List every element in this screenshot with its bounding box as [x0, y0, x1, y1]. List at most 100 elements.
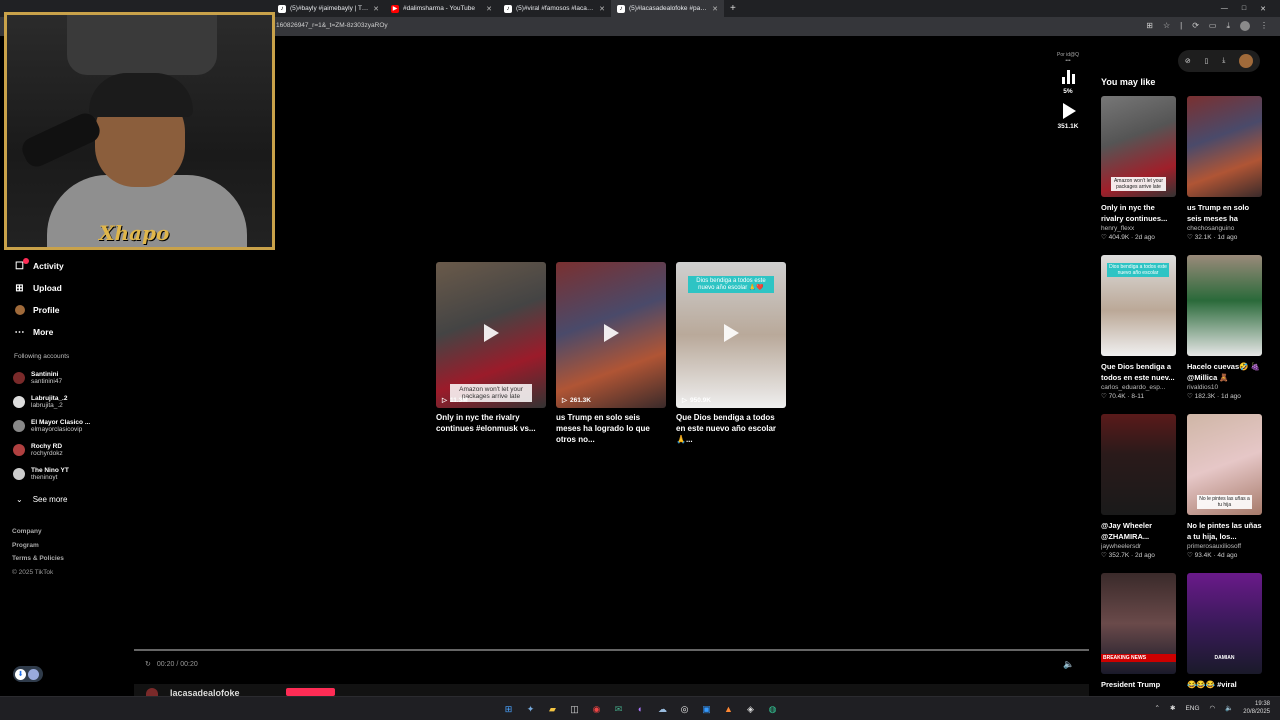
- menu-dots-icon[interactable]: ⋮: [1260, 21, 1268, 31]
- video-thumbnail[interactable]: Dios bendiga a todos este nuevo año esco…: [676, 262, 786, 408]
- video-title[interactable]: @Jay Wheeler @ZHAMIRA...: [1101, 520, 1176, 542]
- video-thumbnail[interactable]: No le pintes las uñas a tu hija: [1187, 414, 1262, 515]
- clock[interactable]: 19:38 20/8/2025: [1243, 700, 1270, 716]
- video-title[interactable]: Hacelo cuevas🤣 🍇@Millica 🧸 #rivaldios: [1187, 361, 1262, 383]
- menu-dots-icon[interactable]: •••: [1065, 58, 1070, 64]
- windows-start-icon[interactable]: ⊞: [500, 701, 517, 717]
- avatar[interactable]: [1239, 54, 1254, 68]
- app-icon[interactable]: ▲: [720, 701, 737, 717]
- sidebar-item-upload[interactable]: ⊞ Upload: [0, 277, 130, 299]
- video-card[interactable]: Dios bendiga a todos este nuevo año esco…: [676, 262, 786, 445]
- sidebar-item-profile[interactable]: Profile: [0, 299, 130, 321]
- video-title[interactable]: us Trump en solo seis meses ha logrado l…: [1187, 202, 1262, 224]
- download-icon[interactable]: ⤓: [1222, 57, 1225, 65]
- phone-icon[interactable]: ▯: [1205, 57, 1209, 65]
- browser-tab-active[interactable]: ♪ (5)#lacasadealofoke #parati #fyp ✕: [611, 0, 724, 17]
- sidebar-item-activity[interactable]: ☐ Activity: [0, 255, 130, 277]
- see-more-button[interactable]: ⌄ See more: [0, 490, 130, 508]
- recommended-video[interactable]: Hacelo cuevas🤣 🍇@Millica 🧸 #rivaldios ri…: [1187, 255, 1262, 414]
- maximize-button[interactable]: □: [1242, 5, 1246, 13]
- volume-icon[interactable]: 🔈: [1225, 704, 1233, 712]
- following-account[interactable]: The Nino YT theninoyt: [0, 462, 130, 486]
- url-text[interactable]: 160826947_r=1&_t=ZM-8z303zyaROy: [276, 22, 388, 29]
- video-thumbnail[interactable]: [1187, 255, 1262, 356]
- copilot-icon[interactable]: ✦: [522, 701, 539, 717]
- close-window-button[interactable]: ✕: [1260, 5, 1266, 13]
- browser-tab[interactable]: ♪ (5)#bayly #jaimebayly | TikTok ✕: [272, 0, 385, 17]
- wifi-icon[interactable]: ◠: [1210, 704, 1216, 712]
- video-thumbnail[interactable]: Amazon won't let your packages arrive la…: [436, 262, 546, 408]
- recommended-video[interactable]: us Trump en solo seis meses ha logrado l…: [1187, 96, 1262, 255]
- video-title[interactable]: us Trump en solo seis meses ha logrado l…: [556, 412, 666, 445]
- video-title[interactable]: Only in nyc the rivalry continues...: [1101, 202, 1176, 224]
- footer-link-program[interactable]: Program: [12, 542, 64, 556]
- video-thumbnail[interactable]: DAMIAN: [1187, 573, 1262, 674]
- close-icon[interactable]: ✕: [486, 5, 492, 13]
- volume-icon[interactable]: 🔈: [1063, 659, 1074, 670]
- download-icon[interactable]: ⤓: [1226, 21, 1230, 31]
- new-tab-button[interactable]: +: [724, 3, 742, 14]
- video-thumbnail[interactable]: ▷ 261.3K: [556, 262, 666, 408]
- video-author[interactable]: primerosauxiliosoff: [1187, 543, 1262, 550]
- recommended-video[interactable]: @Jay Wheeler @ZHAMIRA... jaywheelersdr ♡…: [1101, 414, 1176, 573]
- video-author[interactable]: chechosanguino: [1187, 225, 1262, 232]
- close-icon[interactable]: ✕: [599, 5, 605, 13]
- chrome-icon[interactable]: ◉: [588, 701, 605, 717]
- file-explorer-icon[interactable]: ▰: [544, 701, 561, 717]
- bluetooth-icon[interactable]: ✱: [1170, 704, 1175, 712]
- progress-bar[interactable]: [134, 649, 1089, 651]
- following-account[interactable]: El Mayor Clasico ... elmayorclasicovip: [0, 414, 130, 438]
- sidebar-item-more[interactable]: ⋯ More: [0, 321, 130, 343]
- obs-icon[interactable]: ◎: [676, 701, 693, 717]
- video-card[interactable]: ▷ 261.3K us Trump en solo seis meses ha l…: [556, 262, 666, 445]
- video-title[interactable]: Que Dios bendiga a todos en este nuevo a…: [676, 412, 786, 445]
- browser-tab[interactable]: ♪ (5)#viral #famosos #lacasadealofoke ✕: [498, 0, 611, 17]
- video-author[interactable]: henry_flexx: [1101, 225, 1176, 232]
- video-title[interactable]: Que Dios bendiga a todos en este nuev...: [1101, 361, 1176, 383]
- follow-button[interactable]: [286, 688, 335, 696]
- app-toggle[interactable]: ⬇: [13, 666, 43, 682]
- video-card[interactable]: Amazon won't let your packages arrive la…: [436, 262, 546, 445]
- close-icon[interactable]: ✕: [373, 5, 379, 13]
- recommended-video[interactable]: Amazon won't let your packages arrive la…: [1101, 96, 1176, 255]
- minimize-button[interactable]: —: [1221, 5, 1228, 13]
- footer-link-terms[interactable]: Terms & Policies: [12, 555, 64, 569]
- reading-list-icon[interactable]: ▭: [1209, 21, 1217, 31]
- following-account[interactable]: Santinini santinini47: [0, 366, 130, 390]
- video-author[interactable]: jaywheelersdr: [1101, 543, 1176, 550]
- replay-icon[interactable]: ↻: [145, 660, 151, 668]
- footer-link-company[interactable]: Company: [12, 528, 64, 542]
- recommended-video[interactable]: No le pintes las uñas a tu hija No le pi…: [1187, 414, 1262, 573]
- video-author[interactable]: carlos_eduardo_esp...: [1101, 384, 1176, 391]
- profile-avatar[interactable]: [1240, 21, 1250, 31]
- browser-tab[interactable]: ▶ #dalimsharma - YouTube ✕: [385, 0, 498, 17]
- extensions-icon[interactable]: ⟳: [1192, 21, 1199, 31]
- steam-icon[interactable]: ☁: [654, 701, 671, 717]
- following-account[interactable]: Labrujita_.2 labrujita_.2: [0, 390, 130, 414]
- video-thumbnail[interactable]: [1101, 414, 1176, 515]
- language-indicator[interactable]: ENG: [1185, 705, 1199, 712]
- capcut-icon[interactable]: ◈: [742, 701, 759, 717]
- mail-icon[interactable]: ✉: [610, 701, 627, 717]
- chevron-up-icon[interactable]: ⌃: [1155, 704, 1160, 712]
- bookmark-star-icon[interactable]: ☆: [1163, 21, 1170, 31]
- video-thumbnail[interactable]: Amazon won't let your packages arrive la…: [1101, 96, 1176, 197]
- video-thumbnail[interactable]: Dios bendiga a todos este nuevo año esco…: [1101, 255, 1176, 356]
- discord-icon[interactable]: ◐: [632, 701, 649, 717]
- video-author[interactable]: rivaldios10: [1187, 384, 1262, 391]
- install-app-icon[interactable]: ⊞: [1146, 21, 1153, 31]
- store-icon[interactable]: ◫: [566, 701, 583, 717]
- video-thumbnail[interactable]: [1187, 96, 1262, 197]
- close-icon[interactable]: ✕: [712, 5, 718, 13]
- avatar[interactable]: [146, 688, 158, 696]
- video-title[interactable]: Only in nyc the rivalry continues #elonm…: [436, 412, 546, 434]
- compass-icon[interactable]: ⊘: [1185, 57, 1191, 65]
- edge-icon[interactable]: ◍: [764, 701, 781, 717]
- recommended-video[interactable]: Dios bendiga a todos este nuevo año esco…: [1101, 255, 1176, 414]
- photoshop-icon[interactable]: ▣: [698, 701, 715, 717]
- bar-chart-icon[interactable]: [1061, 70, 1075, 84]
- following-account[interactable]: Rochy RD rochyrdokz: [0, 438, 130, 462]
- video-thumbnail[interactable]: BREAKING NEWS: [1101, 573, 1176, 674]
- video-title[interactable]: No le pintes las uñas a tu hija, los...: [1187, 520, 1262, 542]
- play-icon[interactable]: [1063, 103, 1076, 119]
